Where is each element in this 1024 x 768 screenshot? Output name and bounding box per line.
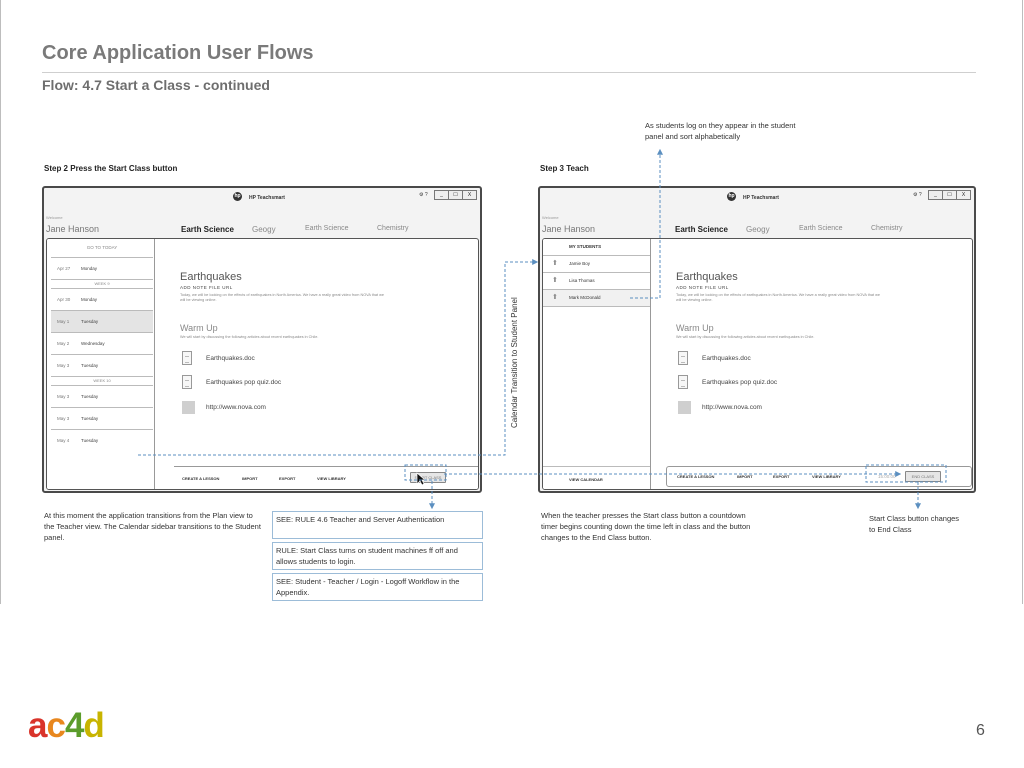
logo-letter: c bbox=[46, 706, 65, 745]
left-note: At this moment the application transitio… bbox=[44, 511, 261, 542]
rule-box-start-class: RULE: Start Class turns on student machi… bbox=[272, 542, 483, 570]
rule-box-workflow: SEE: Student - Teacher / Login - Logoff … bbox=[272, 573, 483, 601]
logo-letter: 4 bbox=[64, 706, 84, 745]
right-note: Start Class button changes to End Class bbox=[869, 514, 960, 534]
rule-box-authentication-text: SEE: RULE 4.6 Teacher and Server Authent… bbox=[276, 515, 445, 524]
logo-letter: a bbox=[28, 706, 47, 745]
rule-box-start-class-text: RULE: Start Class turns on student machi… bbox=[276, 546, 458, 566]
calendar-transition-connector bbox=[138, 259, 539, 456]
end-class-highlight bbox=[865, 464, 947, 483]
students-appear-connector bbox=[630, 148, 663, 299]
ac4d-logo: ac4d bbox=[28, 706, 105, 746]
rule-box-authentication: SEE: RULE 4.6 Teacher and Server Authent… bbox=[272, 511, 483, 539]
page-number: 6 bbox=[976, 722, 985, 739]
transition-label: Calendar Transition to Student Panel bbox=[510, 297, 519, 428]
rule-box-workflow-text: SEE: Student - Teacher / Login - Logoff … bbox=[276, 577, 460, 597]
middle-note: When the teacher presses the Start class… bbox=[541, 511, 751, 542]
start-class-highlight bbox=[404, 464, 447, 481]
logo-letter: d bbox=[83, 706, 104, 745]
